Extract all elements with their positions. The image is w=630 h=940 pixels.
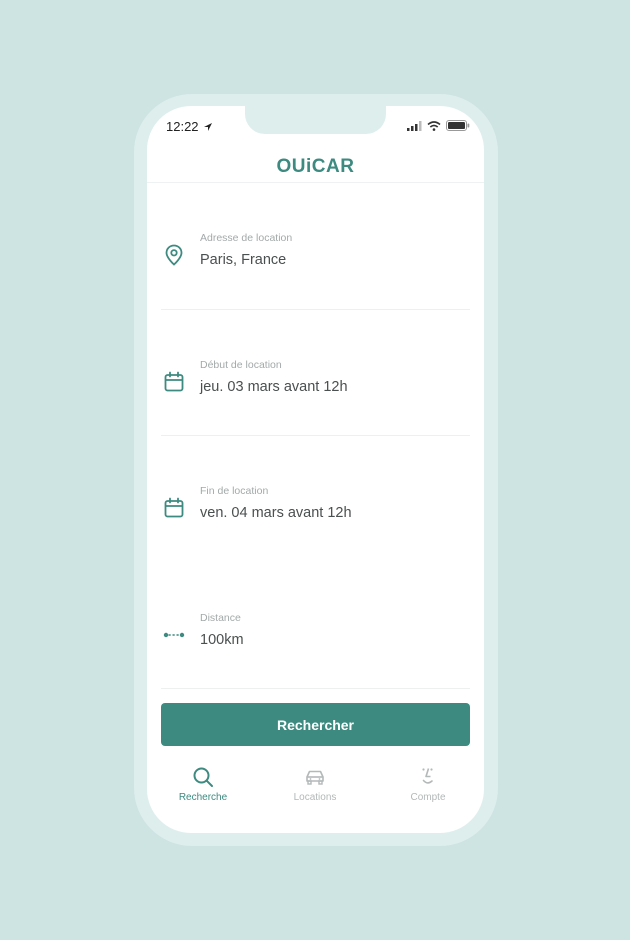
battery-icon (446, 120, 470, 131)
field-value: 100km (200, 632, 244, 648)
location-arrow-icon (203, 122, 212, 131)
field-rental-address[interactable]: Adresse de location Paris, France (161, 209, 470, 335)
car-icon (306, 770, 324, 785)
header-divider (147, 182, 484, 183)
status-time: 12:22 (166, 119, 213, 134)
field-label: Distance (200, 612, 241, 624)
phone-screen: 12:22 OUiCAR Adresse de location Paris, … (147, 106, 484, 833)
tab-recherche[interactable]: Recherche (158, 765, 248, 803)
tab-label: Compte (410, 792, 446, 803)
field-value: ven. 04 mars avant 12h (200, 505, 352, 521)
tab-compte[interactable]: Compte (383, 765, 473, 803)
search-button[interactable]: Rechercher (161, 703, 470, 746)
ouicar-logo: OUiCAR (276, 156, 355, 177)
wifi-icon (427, 120, 441, 131)
signal-icon (407, 120, 422, 131)
status-icons (407, 120, 470, 131)
field-label: Adresse de location (200, 232, 293, 244)
location-pin-icon (165, 244, 183, 266)
field-distance[interactable]: Distance 100km (161, 589, 470, 715)
field-divider (161, 688, 470, 689)
field-divider (161, 309, 470, 310)
status-time-text: 12:22 (166, 119, 199, 134)
tab-label: Locations (293, 792, 337, 803)
notch (245, 106, 386, 134)
field-label: Début de location (200, 359, 282, 371)
tab-locations[interactable]: Locations (270, 765, 360, 803)
bottom-tab-bar: Recherche Locations Compte (147, 765, 484, 815)
field-value: Paris, France (200, 252, 287, 268)
field-rental-end[interactable]: Fin de location ven. 04 mars avant 12h (161, 462, 470, 588)
calendar-icon (164, 371, 184, 392)
field-value: jeu. 03 mars avant 12h (200, 379, 348, 395)
field-rental-start[interactable]: Début de location jeu. 03 mars avant 12h (161, 336, 470, 462)
search-icon (193, 767, 213, 787)
calendar-icon (164, 497, 184, 518)
distance-icon (163, 632, 185, 638)
field-label: Fin de location (200, 485, 269, 497)
smile-face-icon (422, 768, 433, 784)
tab-label: Recherche (178, 792, 228, 803)
field-divider (161, 435, 470, 436)
